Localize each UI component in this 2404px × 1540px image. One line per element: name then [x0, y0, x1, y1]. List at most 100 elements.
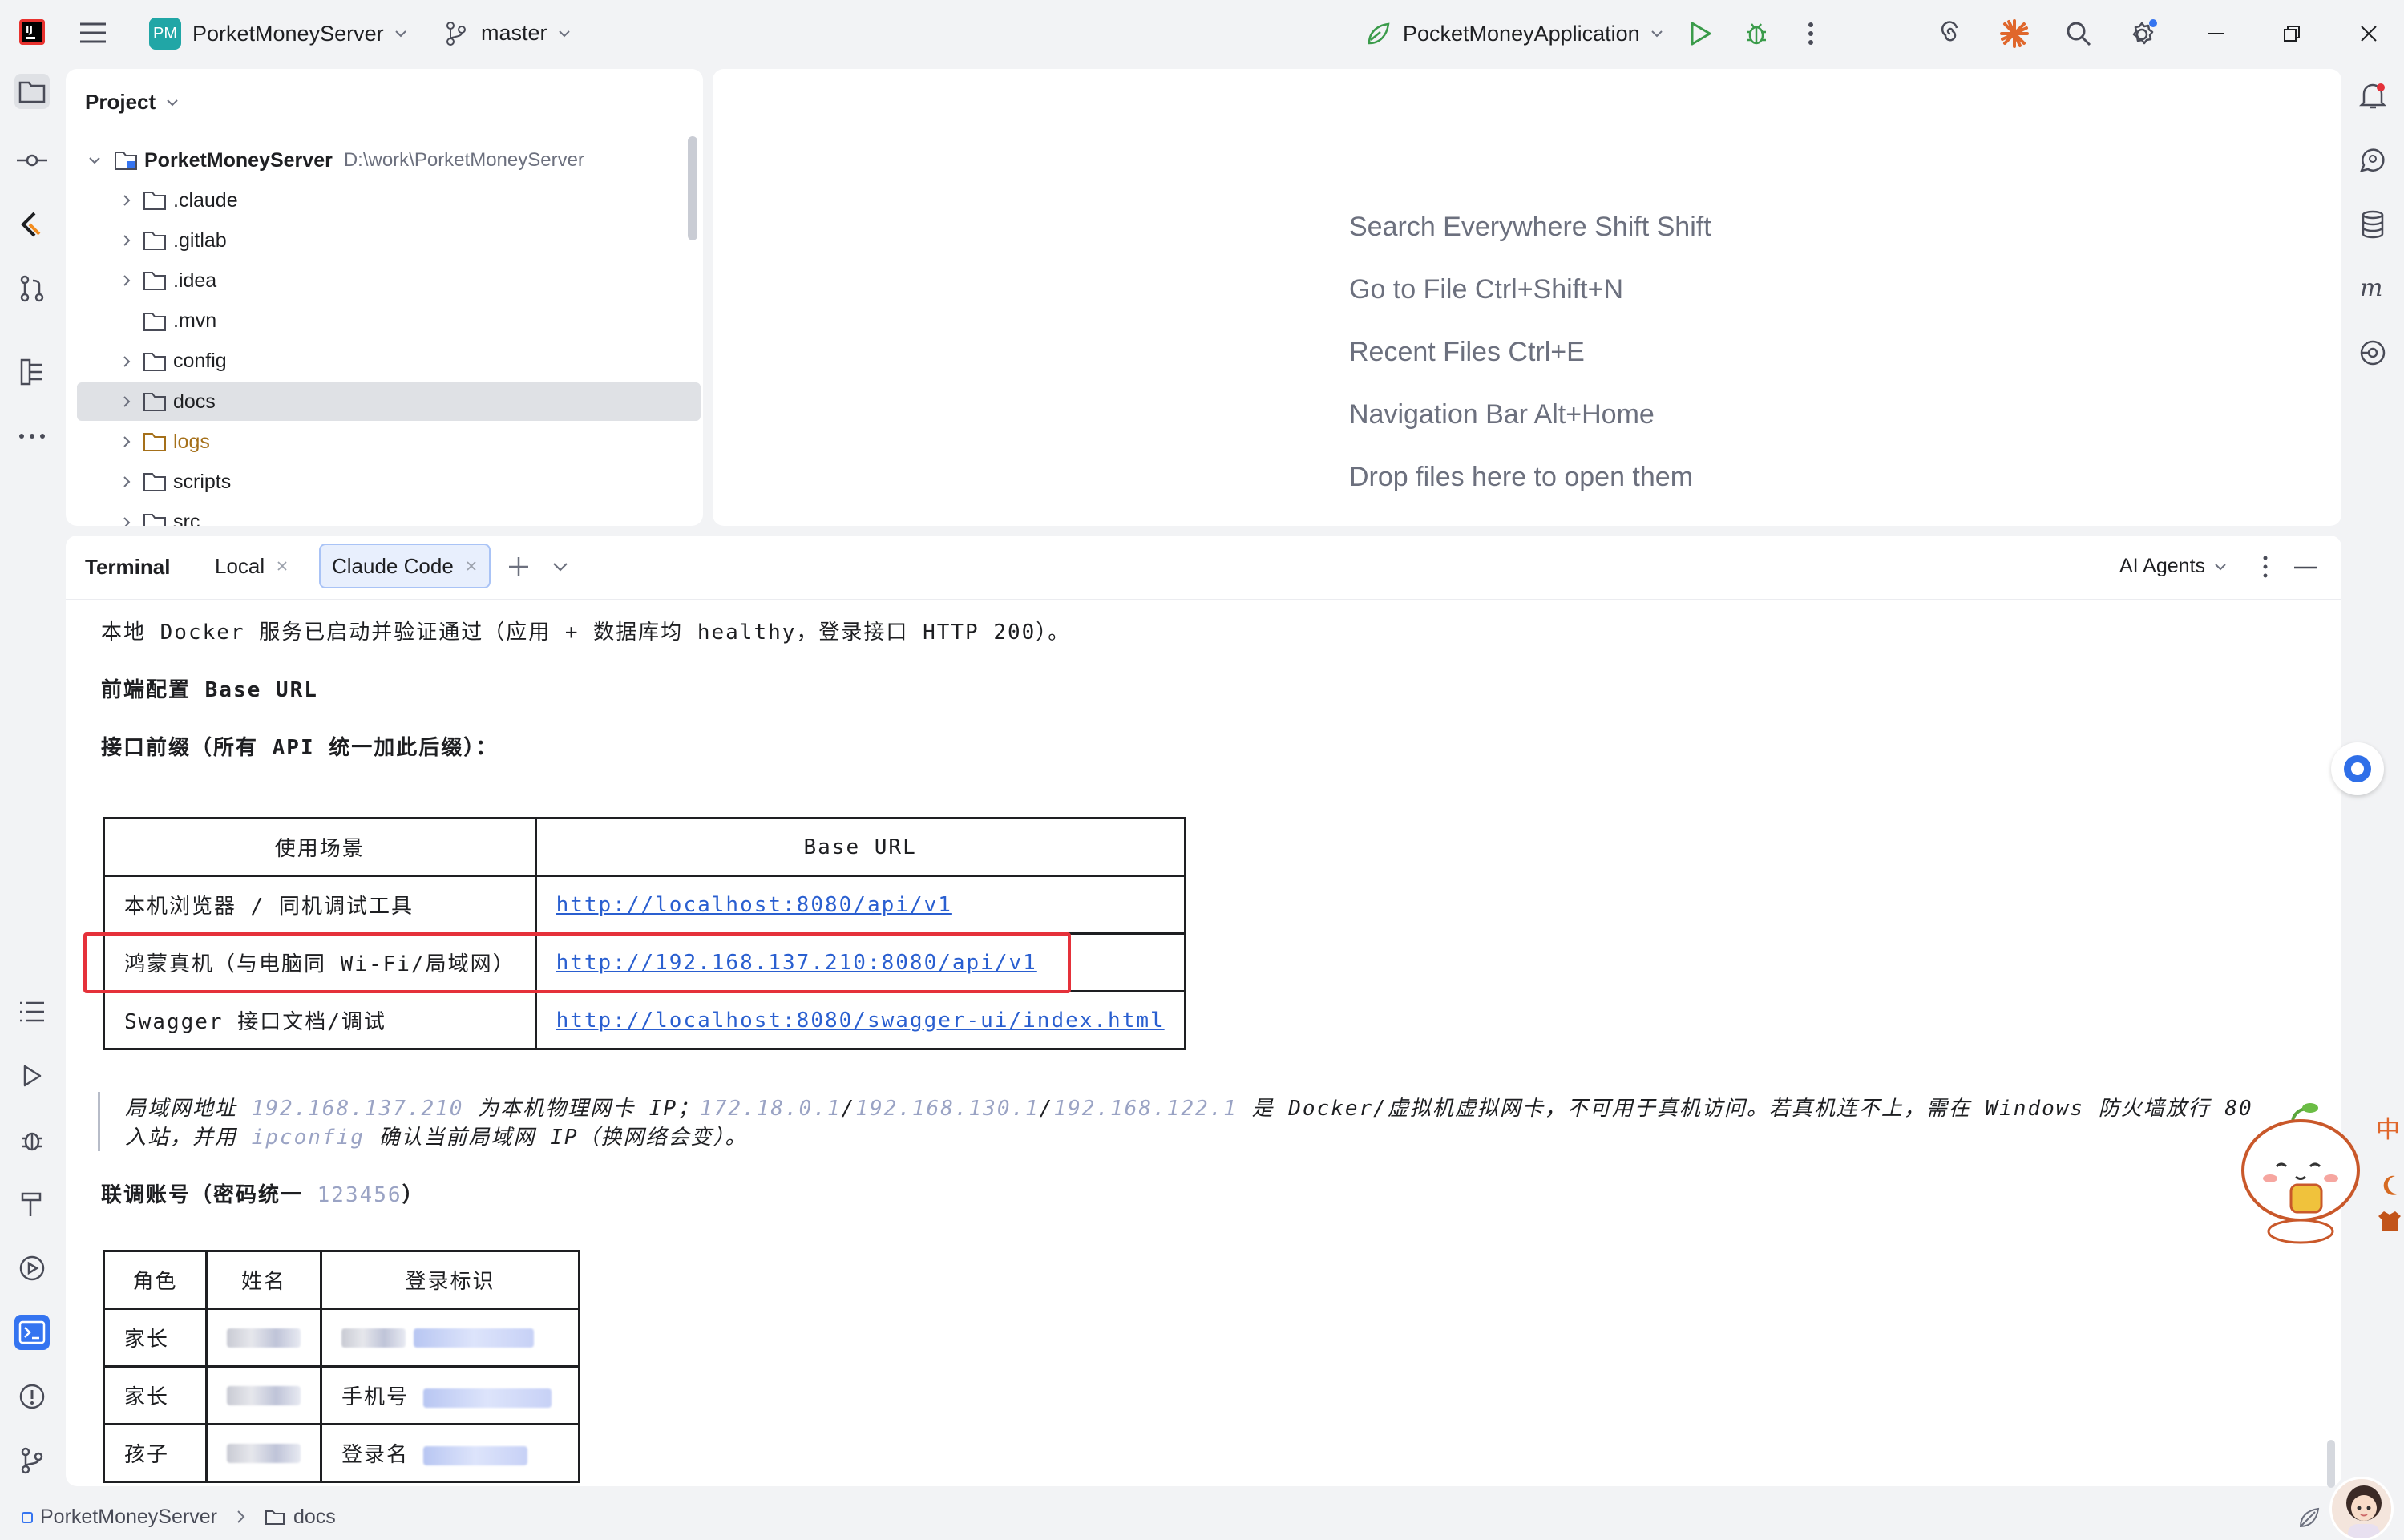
chevron-down-icon — [2215, 563, 2226, 570]
branch-widget[interactable]: master — [446, 21, 572, 46]
tree-item-src[interactable]: src — [77, 503, 686, 526]
breadcrumb-project-label: PorketMoneyServer — [40, 1506, 217, 1528]
folder-icon — [135, 512, 173, 526]
more-vertical-icon — [2263, 556, 2268, 578]
table-row: 家长 — [103, 1308, 580, 1368]
terminal-options-button[interactable] — [2262, 555, 2269, 579]
tree-item-dot-gitlab[interactable]: .gitlab — [77, 221, 686, 260]
main-menu-button[interactable] — [79, 21, 107, 45]
user-avatar[interactable] — [2329, 1477, 2394, 1540]
table-header-cell: 使用场景 — [103, 817, 537, 877]
git-branch-icon — [446, 21, 466, 46]
redacted-text — [341, 1328, 406, 1348]
breadcrumb-project[interactable]: PorketMoneyServer — [21, 1506, 217, 1529]
breadcrumb-folder[interactable]: docs — [265, 1506, 336, 1529]
expand-arrow[interactable] — [119, 273, 135, 289]
project-widget[interactable]: PM PorketMoneyServer — [149, 18, 408, 50]
run-button[interactable] — [1683, 17, 1717, 51]
table-cell-scene: 本机浏览器 / 同机调试工具 — [103, 875, 537, 935]
expand-arrow[interactable] — [119, 192, 135, 208]
expand-arrow[interactable] — [119, 354, 135, 370]
redacted-text — [422, 1388, 552, 1408]
ai-assistant-button[interactable] — [1933, 17, 1967, 51]
expand-arrow[interactable] — [119, 394, 135, 410]
project-badge: PM — [149, 18, 181, 50]
status-bar: PorketMoneyServer docs — [0, 1494, 2404, 1540]
table-cell-role: 家长 — [103, 1365, 208, 1425]
pull-requests-tool-button[interactable] — [14, 271, 50, 306]
hide-panel-button[interactable] — [2294, 566, 2317, 569]
hint-recent-files: Recent Files Ctrl+E — [1349, 337, 1585, 367]
run-config-name: PocketMoneyApplication — [1403, 21, 1640, 46]
tree-item-docs[interactable]: docs — [77, 382, 701, 421]
close-tab-icon — [467, 561, 476, 571]
tab-claude-code[interactable]: Claude Code — [319, 544, 491, 588]
brackets-logo-icon — [21, 212, 41, 237]
note-separator: / — [1039, 1097, 1054, 1121]
url-link[interactable]: http://localhost:8080/api/v1 — [556, 893, 952, 917]
claude-button[interactable] — [1998, 17, 2031, 51]
tree-item-dot-claude[interactable]: .claude — [77, 181, 686, 220]
play-outline-icon — [23, 1065, 42, 1087]
notifications-button[interactable] — [2355, 79, 2390, 114]
minimize-button[interactable] — [2200, 17, 2233, 51]
terminal-output[interactable]: 本地 Docker 服务已启动并验证通过（应用 + 数据库均 healthy，登… — [66, 600, 2341, 1486]
tree-item-config[interactable]: config — [77, 342, 686, 381]
claude-tool-button[interactable] — [14, 207, 50, 242]
todo-tool-button[interactable] — [14, 994, 50, 1029]
project-tool-button[interactable] — [14, 74, 50, 109]
tree-item-scripts[interactable]: scripts — [77, 463, 686, 501]
tree-item-dot-mvn[interactable]: .mvn — [77, 302, 686, 341]
more-actions-button[interactable] — [1794, 17, 1828, 51]
expand-arrow[interactable] — [119, 434, 135, 450]
debug-button[interactable] — [1739, 17, 1773, 51]
ai-chat-button[interactable] — [2355, 143, 2390, 178]
url-link[interactable]: http://localhost:8080/swagger-ui/index.h… — [556, 1008, 1165, 1033]
ai-agents-dropdown[interactable]: AI Agents — [2119, 555, 2228, 578]
run-config-widget[interactable]: PocketMoneyApplication — [1366, 21, 1664, 46]
more-tools-button[interactable] — [14, 418, 50, 454]
expand-arrow[interactable] — [119, 474, 135, 490]
problems-tool-button[interactable] — [14, 1379, 50, 1414]
structure-tool-button[interactable] — [14, 354, 50, 390]
services-tool-button[interactable] — [14, 1251, 50, 1286]
tree-item-logs[interactable]: logs — [77, 422, 686, 461]
ime-indicator[interactable]: 中 — [2376, 1110, 2400, 1145]
floating-assistant-button[interactable] — [2331, 742, 2384, 795]
database-button[interactable] — [2355, 207, 2390, 242]
note-ip: 192.168.130.1 — [855, 1097, 1040, 1121]
hamburger-icon — [80, 22, 106, 43]
new-tab-button[interactable] — [507, 555, 531, 579]
bug-icon — [1747, 23, 1766, 45]
expand-arrow[interactable] — [119, 232, 135, 249]
restore-button[interactable] — [2275, 17, 2309, 51]
run-tool-button[interactable] — [14, 1058, 50, 1093]
git-tool-button[interactable] — [14, 1443, 50, 1478]
services-icon — [19, 1255, 45, 1281]
endpoints-button[interactable] — [2355, 335, 2390, 370]
settings-button[interactable] — [2126, 17, 2160, 51]
table-cell-login: 手机号 — [320, 1365, 580, 1425]
project-panel-header[interactable]: Project — [85, 90, 180, 115]
close-button[interactable] — [2352, 17, 2386, 51]
terminal-scrollbar[interactable] — [2327, 1440, 2335, 1488]
project-scrollbar[interactable] — [688, 136, 697, 240]
terminal-tool-button[interactable] — [14, 1315, 50, 1350]
search-button[interactable] — [2062, 17, 2095, 51]
tab-dropdown-button[interactable] — [552, 560, 569, 574]
password-value: 123456 — [317, 1183, 402, 1207]
chevron-down-icon — [89, 157, 100, 164]
ide-logo-icon: IJ — [18, 18, 46, 46]
tab-local[interactable]: Local — [204, 544, 300, 588]
search-icon — [2067, 22, 2091, 46]
debug-tool-button[interactable] — [14, 1122, 50, 1158]
commit-tool-button[interactable] — [14, 143, 50, 178]
chevron-right-icon — [123, 476, 131, 488]
tree-item-dot-idea[interactable]: .idea — [77, 261, 686, 300]
build-tool-button[interactable] — [14, 1186, 50, 1222]
expand-arrow[interactable] — [119, 515, 135, 526]
power-save-icon[interactable] — [2297, 1506, 2321, 1530]
chevron-right-icon — [123, 356, 131, 367]
tree-root[interactable]: PorketMoneyServer D:\work\PorketMoneySer… — [87, 141, 703, 180]
maven-button[interactable]: m — [2355, 271, 2390, 306]
